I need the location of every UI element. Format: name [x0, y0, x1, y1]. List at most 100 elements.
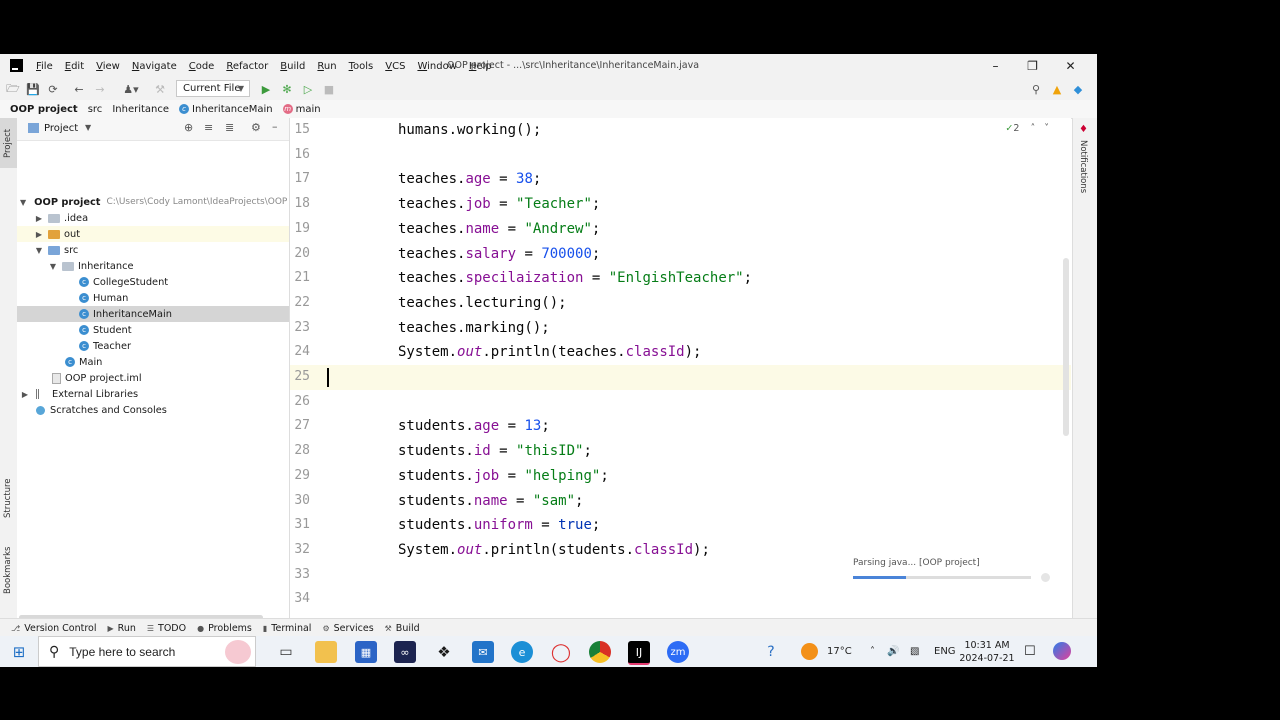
network-icon[interactable]: ▧ — [910, 636, 919, 667]
tree-item-scratches[interactable]: Scratches and Consoles — [17, 402, 289, 418]
chevron-up-icon[interactable]: ˄ — [870, 636, 875, 667]
open-folder-icon[interactable]: 🗁 — [6, 81, 20, 97]
breadcrumb-src[interactable]: src — [88, 104, 103, 115]
tree-item-iml[interactable]: OOP project.iml — [17, 370, 289, 386]
tree-item-collegestudent[interactable]: c CollegeStudent — [17, 274, 289, 290]
expand-all-icon[interactable]: ≡ — [204, 121, 213, 134]
notification-bell-icon[interactable]: ♦ — [1079, 124, 1088, 135]
chevron-down-icon[interactable]: ▼ — [85, 123, 91, 132]
bookmarks-tab[interactable]: Bookmarks — [3, 547, 13, 595]
notification-center-icon[interactable]: ☐ — [1024, 636, 1036, 667]
locate-file-icon[interactable]: ⊕ — [184, 121, 193, 134]
tree-item-external-libraries[interactable]: ▶ External Libraries — [17, 386, 289, 402]
notifications-tab[interactable]: Notifications — [1078, 140, 1088, 193]
menu-navigate[interactable]: Navigate — [126, 61, 183, 72]
project-tool-tab[interactable]: Project — [0, 118, 17, 168]
cancel-task-icon[interactable] — [1041, 573, 1050, 582]
menu-view[interactable]: View — [90, 61, 126, 72]
problems-tab[interactable]: ● Problems — [197, 623, 252, 634]
save-icon[interactable]: 💾 — [26, 81, 40, 97]
tab-label: Problems — [208, 622, 252, 634]
weather-temperature[interactable]: 17°C — [827, 636, 852, 667]
run-with-coverage-icon[interactable]: ▷ — [301, 81, 315, 97]
project-panel-title[interactable]: Project — [44, 123, 78, 134]
code-editor[interactable]: ✓2 ˄ ˅ 15 humans.working(); 16 17 teaches.… — [290, 118, 1071, 622]
tree-item-inheritance[interactable]: ▼ Inheritance — [17, 258, 289, 274]
run-icon[interactable]: ▶ — [259, 81, 273, 97]
windows-start-icon[interactable]: ⊞ — [8, 641, 30, 663]
line-number: 25 — [294, 369, 310, 384]
opera-icon[interactable]: ◯ — [550, 641, 572, 663]
mail-icon[interactable]: ✉ — [472, 641, 494, 663]
collapse-all-icon[interactable]: ≣ — [225, 121, 234, 134]
build-tab[interactable]: ⚒ Build — [385, 623, 420, 634]
debug-icon[interactable]: ✻ — [280, 81, 294, 97]
file-explorer-icon[interactable] — [315, 641, 337, 663]
copilot-icon[interactable] — [1053, 642, 1071, 660]
minimize-button[interactable]: – — [977, 54, 1014, 78]
breadcrumb-class[interactable]: c InheritanceMain — [179, 103, 273, 115]
tree-item-human[interactable]: c Human — [17, 290, 289, 306]
tree-label: Teacher — [93, 340, 132, 352]
vertical-scrollbar[interactable] — [1063, 258, 1069, 436]
zoom-icon[interactable]: zm — [667, 641, 689, 663]
dropbox-icon[interactable]: ❖ — [433, 641, 455, 663]
forward-arrow-icon[interactable]: → — [93, 81, 107, 97]
menu-build[interactable]: Build — [274, 61, 311, 72]
menu-tools[interactable]: Tools — [343, 61, 380, 72]
speaker-icon[interactable]: 🔊 — [887, 636, 899, 667]
task-view-icon[interactable]: ▭ — [275, 641, 297, 663]
clock[interactable]: 10:31 AM 2024-07-21 — [956, 639, 1018, 665]
tree-item-oop-project[interactable]: ▼ OOP project C:\Users\Cody Lamont\IdeaP… — [17, 194, 289, 210]
breadcrumb-method[interactable]: m main — [282, 103, 321, 115]
microsoft-store-icon[interactable]: ▦ — [355, 641, 377, 663]
version-control-tab[interactable]: ⎇ Version Control — [11, 623, 97, 634]
services-tab[interactable]: ⚙ Services — [322, 623, 373, 634]
menu-vcs[interactable]: VCS — [379, 61, 411, 72]
gear-icon[interactable]: ⚙ — [251, 121, 261, 134]
restore-button[interactable]: ❐ — [1014, 54, 1051, 78]
tree-item-inheritancemain[interactable]: c InheritanceMain — [17, 306, 289, 322]
sync-icon[interactable]: ⟳ — [46, 81, 60, 97]
taskbar-search[interactable]: ⚲ — [38, 636, 256, 667]
build-hammer-icon[interactable]: ⚒ — [153, 81, 167, 97]
user-dropdown-icon[interactable]: ♟▾ — [120, 81, 142, 97]
breadcrumb-project[interactable]: OOP project — [10, 104, 78, 115]
jetbrains-ai-icon[interactable]: ◆ — [1071, 81, 1085, 97]
updates-icon[interactable]: ▲ — [1050, 81, 1064, 97]
chrome-icon[interactable] — [589, 641, 611, 663]
breadcrumb-inheritance[interactable]: Inheritance — [112, 104, 169, 115]
close-button[interactable]: ✕ — [1052, 54, 1089, 78]
tree-item-main[interactable]: c Main — [17, 354, 289, 370]
search-input[interactable] — [67, 643, 222, 660]
tree-item-teacher[interactable]: c Teacher — [17, 338, 289, 354]
tree-item-src[interactable]: ▼ src — [17, 242, 289, 258]
structure-tab[interactable]: Structure — [3, 478, 13, 518]
hide-panel-icon[interactable]: – — [272, 120, 278, 133]
tree-item-student[interactable]: c Student — [17, 322, 289, 338]
tree-item-idea[interactable]: ▶ .idea — [17, 210, 289, 226]
search-everywhere-icon[interactable]: ⚲ — [1029, 81, 1043, 97]
todo-tab[interactable]: ☰ TODO — [147, 623, 186, 634]
class-icon: c — [179, 103, 190, 114]
menu-edit[interactable]: Edit — [59, 61, 90, 72]
back-arrow-icon[interactable]: ← — [72, 81, 86, 97]
weather-sun-icon[interactable] — [801, 643, 818, 660]
visual-studio-icon[interactable]: ∞ — [394, 641, 416, 663]
stop-icon[interactable]: ■ — [322, 81, 336, 97]
folder-icon — [48, 213, 60, 223]
menu-file[interactable]: File — [30, 61, 59, 72]
edge-browser-icon[interactable]: e — [511, 641, 533, 663]
menu-run[interactable]: Run — [311, 61, 342, 72]
intellij-taskbar-icon[interactable]: IJ — [628, 641, 650, 665]
menu-refactor[interactable]: Refactor — [220, 61, 274, 72]
class-icon: c — [79, 309, 89, 319]
tree-item-out[interactable]: ▶ out — [17, 226, 289, 242]
code-line: 17 teaches.age = 38; — [290, 167, 1071, 192]
terminal-tab[interactable]: ▮ Terminal — [263, 623, 312, 634]
run-tab[interactable]: ▶ Run — [108, 623, 136, 634]
language-indicator[interactable]: ENG — [934, 636, 956, 667]
run-configuration-select[interactable]: Current File ▼ — [176, 80, 250, 97]
menu-code[interactable]: Code — [183, 61, 221, 72]
help-icon[interactable]: ? — [760, 641, 782, 663]
